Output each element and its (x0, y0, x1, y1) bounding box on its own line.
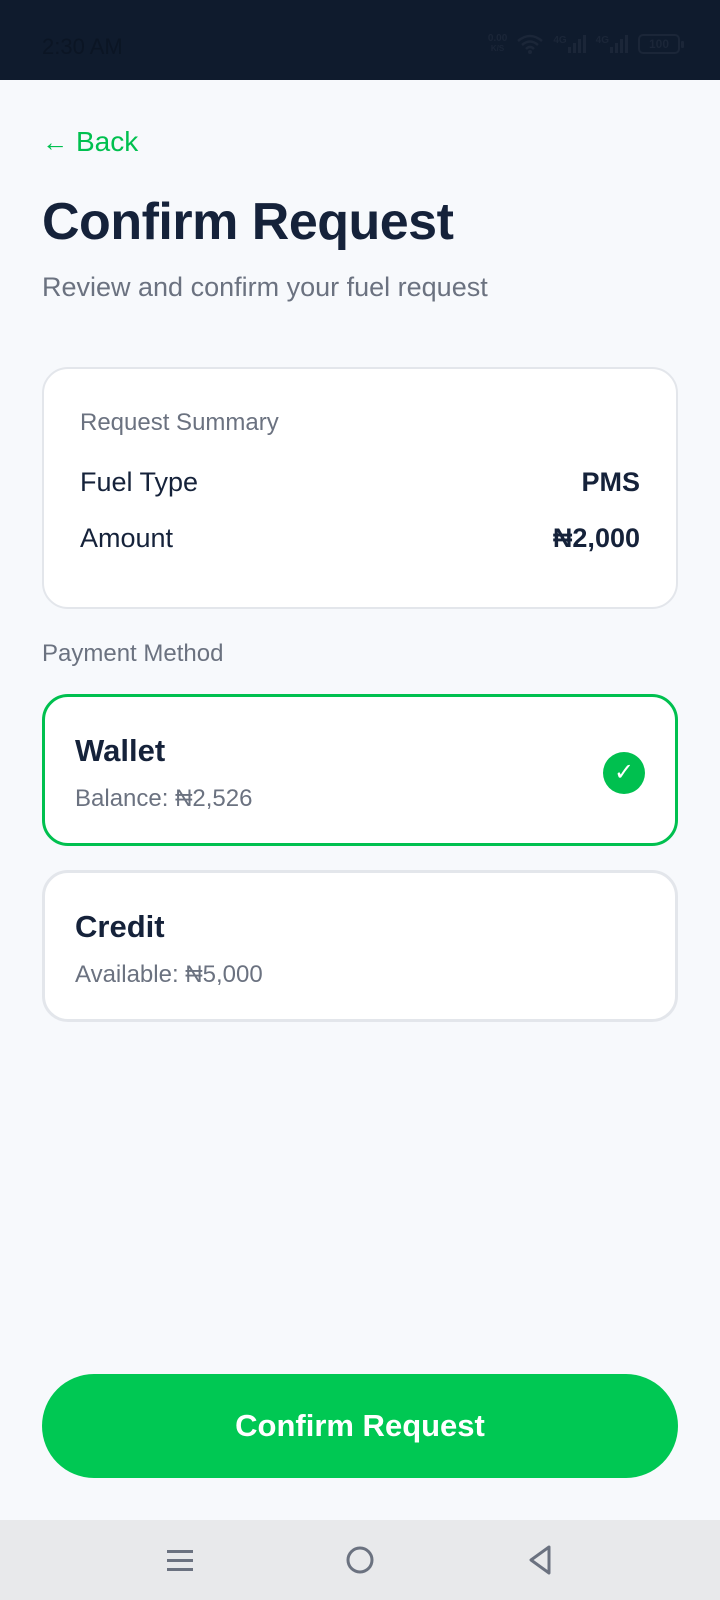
back-label: Back (76, 126, 139, 157)
check-icon: ✓ (603, 752, 645, 794)
system-nav-bar (0, 1520, 720, 1600)
confirm-request-button[interactable]: Confirm Request (42, 1374, 678, 1478)
battery-level: 100 (648, 37, 670, 51)
summary-row-label: Amount (80, 523, 174, 553)
status-icons: 0.00 K/S 4G 4G 100 (488, 30, 684, 58)
back-button[interactable]: ← Back (42, 126, 138, 158)
summary-label: Request Summary (80, 409, 279, 436)
network-type-2: 4G (595, 35, 609, 46)
network-speed: 0.00 K/S (488, 34, 507, 54)
payment-option-name: Wallet (75, 733, 166, 768)
request-summary-card: Request Summary Fuel Type PMS Amount ₦2,… (42, 367, 678, 609)
network-speed-unit: K/S (490, 44, 505, 53)
status-bar: 2:30 AM 0.00 K/S 4G 4G 100 (0, 0, 720, 80)
payment-option-detail: Available: ₦5,000 (75, 961, 263, 988)
network-type-1: 4G (553, 35, 567, 46)
payment-option-detail: Balance: ₦2,526 (75, 785, 253, 812)
payment-option-wallet[interactable]: Wallet Balance: ₦2,526 ✓ (42, 694, 678, 846)
arrow-left-icon: ← (42, 126, 68, 157)
payment-option-credit[interactable]: Credit Available: ₦5,000 (42, 870, 678, 1022)
page-subtitle: Review and confirm your fuel request (42, 272, 488, 302)
payment-method-label: Payment Method (42, 640, 224, 667)
payment-option-name: Credit (75, 909, 165, 944)
summary-row-value: PMS (581, 467, 640, 497)
status-time: 2:30 AM (42, 34, 123, 59)
signal-icon: 4G (553, 35, 586, 53)
summary-row-fuel-type: Fuel Type PMS (80, 467, 640, 498)
signal-icon-2: 4G (596, 35, 628, 53)
battery-icon: 100 (638, 34, 684, 54)
summary-row-value: ₦2,000 (552, 523, 640, 553)
summary-row-label: Fuel Type (80, 467, 199, 497)
summary-row-amount: Amount ₦2,000 (80, 523, 640, 554)
home-icon[interactable] (340, 1540, 380, 1580)
network-speed-value: 0.00 (487, 33, 508, 44)
page-title: Confirm Request (42, 193, 454, 251)
back-triangle-icon[interactable] (520, 1540, 560, 1580)
menu-icon[interactable] (160, 1540, 200, 1580)
wifi-icon (517, 34, 544, 54)
